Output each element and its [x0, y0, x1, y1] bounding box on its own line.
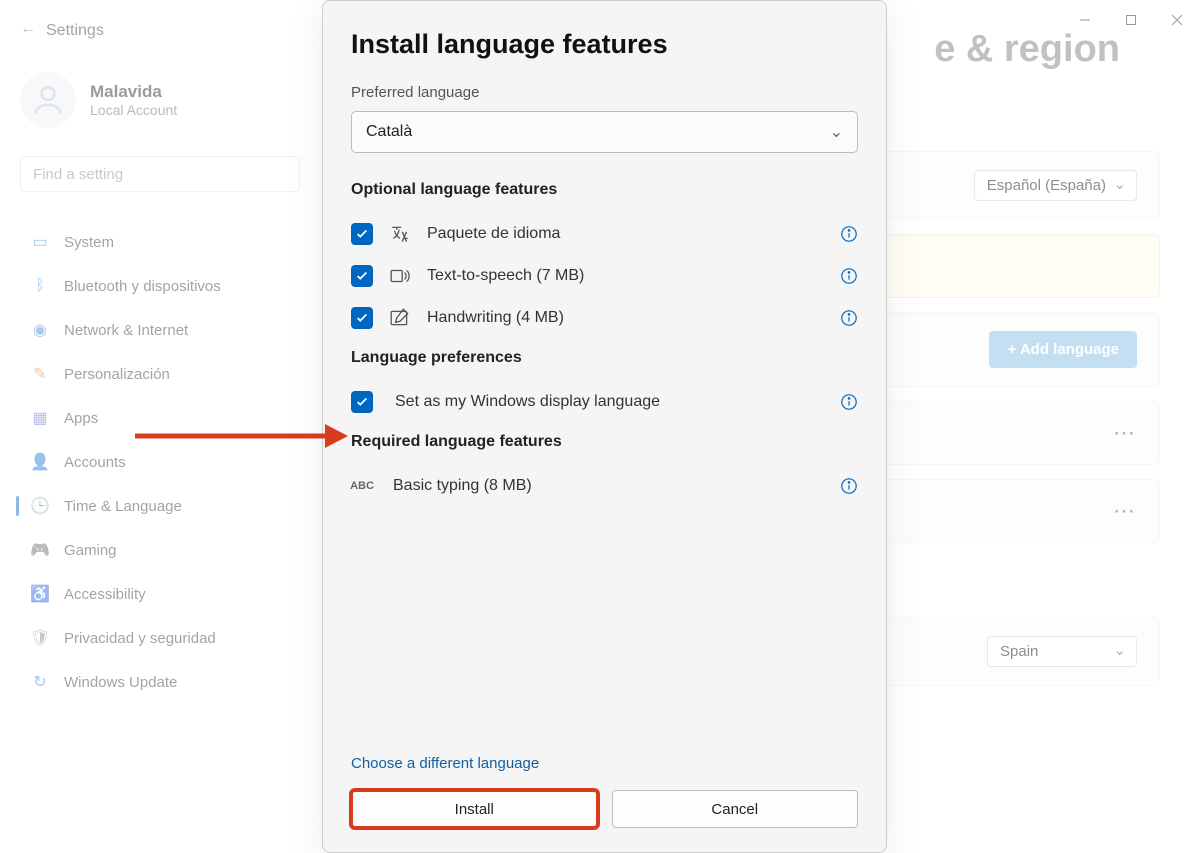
- nav-label: Windows Update: [64, 674, 177, 691]
- shield-icon: 🛡: [30, 628, 50, 648]
- nav-list: ▭ System ᛒ Bluetooth y dispositivos ◉ Netwo…: [20, 222, 304, 702]
- choose-different-language-link[interactable]: Choose a different language: [351, 755, 858, 772]
- preferred-language-select[interactable]: Català ⌄: [351, 111, 858, 153]
- tts-icon: [389, 265, 411, 287]
- globe-clock-icon: 🕒: [30, 496, 50, 516]
- nav-system[interactable]: ▭ System: [20, 222, 304, 262]
- wifi-icon: ◉: [30, 320, 50, 340]
- feature-tts[interactable]: Text-to-speech (7 MB): [351, 255, 858, 297]
- nav-personalization[interactable]: ✎ Personalización: [20, 354, 304, 394]
- feature-basic-typing: ABC Basic typing (8 MB): [351, 465, 858, 507]
- accessibility-icon: ♿: [30, 584, 50, 604]
- update-icon: ↻: [30, 672, 50, 692]
- feature-language-pack[interactable]: Paquete de idioma: [351, 213, 858, 255]
- checkbox-checked[interactable]: [351, 265, 373, 287]
- display-icon: ▭: [30, 232, 50, 252]
- nav-label: Time & Language: [64, 498, 182, 515]
- feature-label: Text-to-speech (7 MB): [427, 267, 824, 285]
- nav-time-language[interactable]: 🕒 Time & Language: [20, 486, 304, 526]
- required-features-heading: Required language features: [351, 433, 858, 451]
- nav-label: Bluetooth y dispositivos: [64, 278, 221, 295]
- user-block[interactable]: Malavida Local Account: [20, 72, 304, 128]
- feature-label: Paquete de idioma: [427, 225, 824, 243]
- more-icon[interactable]: ⋯: [1113, 420, 1137, 446]
- info-icon[interactable]: [840, 393, 858, 411]
- nav-label: Privacidad y seguridad: [64, 630, 216, 647]
- sidebar: ← Settings Malavida Local Account Find a…: [0, 0, 320, 853]
- nav-windows-update[interactable]: ↻ Windows Update: [20, 662, 304, 702]
- nav-label: Gaming: [64, 542, 117, 559]
- info-icon[interactable]: [840, 309, 858, 327]
- nav-label: Apps: [64, 410, 98, 427]
- user-name: Malavida: [90, 82, 177, 102]
- dialog-title: Install language features: [351, 29, 858, 60]
- nav-accessibility[interactable]: ♿ Accessibility: [20, 574, 304, 614]
- preferred-language-label: Preferred language: [351, 84, 858, 101]
- language-pack-icon: [389, 223, 411, 245]
- language-preferences-heading: Language preferences: [351, 349, 858, 367]
- apps-icon: ▦: [30, 408, 50, 428]
- checkbox-checked[interactable]: [351, 391, 373, 413]
- checkbox-checked[interactable]: [351, 223, 373, 245]
- nav-privacy[interactable]: 🛡 Privacidad y seguridad: [20, 618, 304, 658]
- nav-label: System: [64, 234, 114, 251]
- nav-label: Accessibility: [64, 586, 146, 603]
- info-icon[interactable]: [840, 267, 858, 285]
- add-language-button[interactable]: + Add language: [989, 331, 1137, 368]
- feature-label: Basic typing (8 MB): [393, 477, 824, 495]
- paintbrush-icon: ✎: [30, 364, 50, 384]
- feature-set-display-language[interactable]: Set as my Windows display language: [351, 381, 858, 423]
- display-language-select[interactable]: Español (España): [974, 170, 1137, 201]
- nav-accounts[interactable]: 👤 Accounts: [20, 442, 304, 482]
- feature-label: Handwriting (4 MB): [427, 309, 824, 327]
- country-select[interactable]: Spain: [987, 636, 1137, 667]
- cancel-button[interactable]: Cancel: [612, 790, 859, 828]
- person-icon: 👤: [30, 452, 50, 472]
- bluetooth-icon: ᛒ: [30, 276, 50, 296]
- optional-features-heading: Optional language features: [351, 181, 858, 199]
- more-icon[interactable]: ⋯: [1113, 498, 1137, 524]
- nav-label: Personalización: [64, 366, 170, 383]
- feature-handwriting[interactable]: Handwriting (4 MB): [351, 297, 858, 339]
- select-value: Català: [366, 123, 412, 141]
- chevron-down-icon: ⌄: [830, 122, 843, 142]
- app-title: Settings: [46, 22, 104, 40]
- nav-label: Network & Internet: [64, 322, 188, 339]
- nav-gaming[interactable]: 🎮 Gaming: [20, 530, 304, 570]
- nav-apps[interactable]: ▦ Apps: [20, 398, 304, 438]
- gamepad-icon: 🎮: [30, 540, 50, 560]
- checkbox-checked[interactable]: [351, 307, 373, 329]
- select-value: Spain: [1000, 643, 1038, 660]
- info-icon[interactable]: [840, 477, 858, 495]
- select-value: Español (España): [987, 177, 1106, 194]
- handwriting-icon: [389, 307, 411, 329]
- nav-network[interactable]: ◉ Network & Internet: [20, 310, 304, 350]
- nav-label: Accounts: [64, 454, 126, 471]
- avatar: [20, 72, 76, 128]
- install-button[interactable]: Install: [351, 790, 598, 828]
- info-icon[interactable]: [840, 225, 858, 243]
- search-input[interactable]: Find a setting: [20, 156, 300, 192]
- user-account-type: Local Account: [90, 102, 177, 118]
- nav-bluetooth[interactable]: ᛒ Bluetooth y dispositivos: [20, 266, 304, 306]
- feature-label: Set as my Windows display language: [395, 393, 824, 411]
- back-button[interactable]: ←: [20, 20, 36, 38]
- search-placeholder: Find a setting: [33, 166, 123, 183]
- basic-typing-icon: ABC: [351, 475, 373, 497]
- install-language-dialog: Install language features Preferred lang…: [322, 0, 887, 853]
